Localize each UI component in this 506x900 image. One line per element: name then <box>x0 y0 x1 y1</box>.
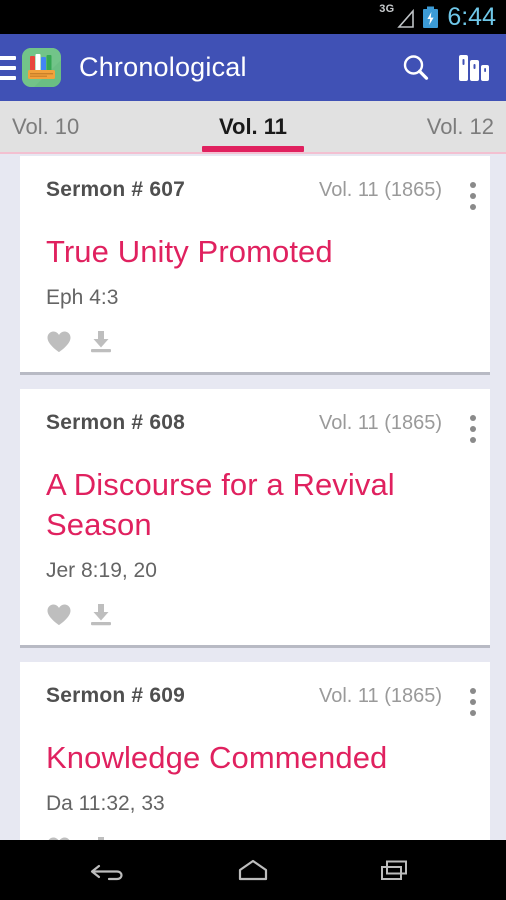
sermon-volume: Vol. 11 (1865) <box>318 412 442 434</box>
app-logo-icon <box>22 48 61 87</box>
app-toolbar: Chronological <box>0 34 506 101</box>
list-item[interactable]: Sermon # 607 Vol. 11 (1865) True Unity P… <box>20 156 490 375</box>
overflow-menu-icon[interactable] <box>470 178 476 210</box>
card-actions <box>20 583 490 645</box>
sermon-title[interactable]: True Unity Promoted <box>20 210 490 272</box>
overflow-menu-icon[interactable] <box>470 411 476 443</box>
card-header: Sermon # 608 Vol. 11 (1865) <box>20 411 490 443</box>
tab-vol-10[interactable]: Vol. 10 <box>0 101 173 152</box>
heart-icon[interactable] <box>46 603 72 629</box>
app-screen: 3G 6:44 Chronological Vol. 10 Vol. 11 Vo… <box>0 0 506 900</box>
books-shelf-icon[interactable] <box>444 40 506 96</box>
back-icon[interactable] <box>81 848 141 892</box>
sermon-list[interactable]: Sermon # 607 Vol. 11 (1865) True Unity P… <box>0 156 506 840</box>
sermon-number: Sermon # 607 <box>46 178 185 201</box>
card-header: Sermon # 609 Vol. 11 (1865) <box>20 684 490 716</box>
tab-vol-12[interactable]: Vol. 12 <box>333 101 506 152</box>
status-bar: 3G 6:44 <box>0 0 506 34</box>
network-type-label: 3G <box>379 3 395 15</box>
card-actions <box>20 816 490 840</box>
sermon-number: Sermon # 608 <box>46 411 185 434</box>
clock-time: 6:44 <box>447 2 496 31</box>
card-header: Sermon # 607 Vol. 11 (1865) <box>20 178 490 210</box>
download-icon[interactable] <box>88 603 114 629</box>
sermon-title[interactable]: Knowledge Commended <box>20 716 490 778</box>
sermon-reference: Eph 4:3 <box>46 286 119 309</box>
signal-triangle-icon <box>396 8 416 30</box>
sermon-volume: Vol. 11 (1865) <box>318 685 442 707</box>
recent-apps-icon[interactable] <box>365 848 425 892</box>
download-icon[interactable] <box>88 330 114 356</box>
tab-vol-11[interactable]: Vol. 11 <box>173 101 334 152</box>
search-icon[interactable] <box>388 40 444 96</box>
card-actions <box>20 310 490 372</box>
sermon-reference: Jer 8:19, 20 <box>46 559 157 582</box>
heart-icon[interactable] <box>46 330 72 356</box>
sermon-reference: Da 11:32, 33 <box>46 792 165 815</box>
home-icon[interactable] <box>223 848 283 892</box>
sermon-volume: Vol. 11 (1865) <box>318 179 442 201</box>
page-title: Chronological <box>79 52 247 82</box>
sermon-title[interactable]: A Discourse for a Revival Season <box>20 443 490 545</box>
system-navigation-bar <box>0 840 506 900</box>
battery-charging-icon <box>422 6 439 29</box>
list-item[interactable]: Sermon # 609 Vol. 11 (1865) Knowledge Co… <box>20 662 490 840</box>
volume-tabs: Vol. 10 Vol. 11 Vol. 12 <box>0 101 506 154</box>
overflow-menu-icon[interactable] <box>470 684 476 716</box>
list-item[interactable]: Sermon # 608 Vol. 11 (1865) A Discourse … <box>20 389 490 648</box>
sermon-number: Sermon # 609 <box>46 684 185 707</box>
hamburger-menu-icon[interactable] <box>0 53 16 83</box>
